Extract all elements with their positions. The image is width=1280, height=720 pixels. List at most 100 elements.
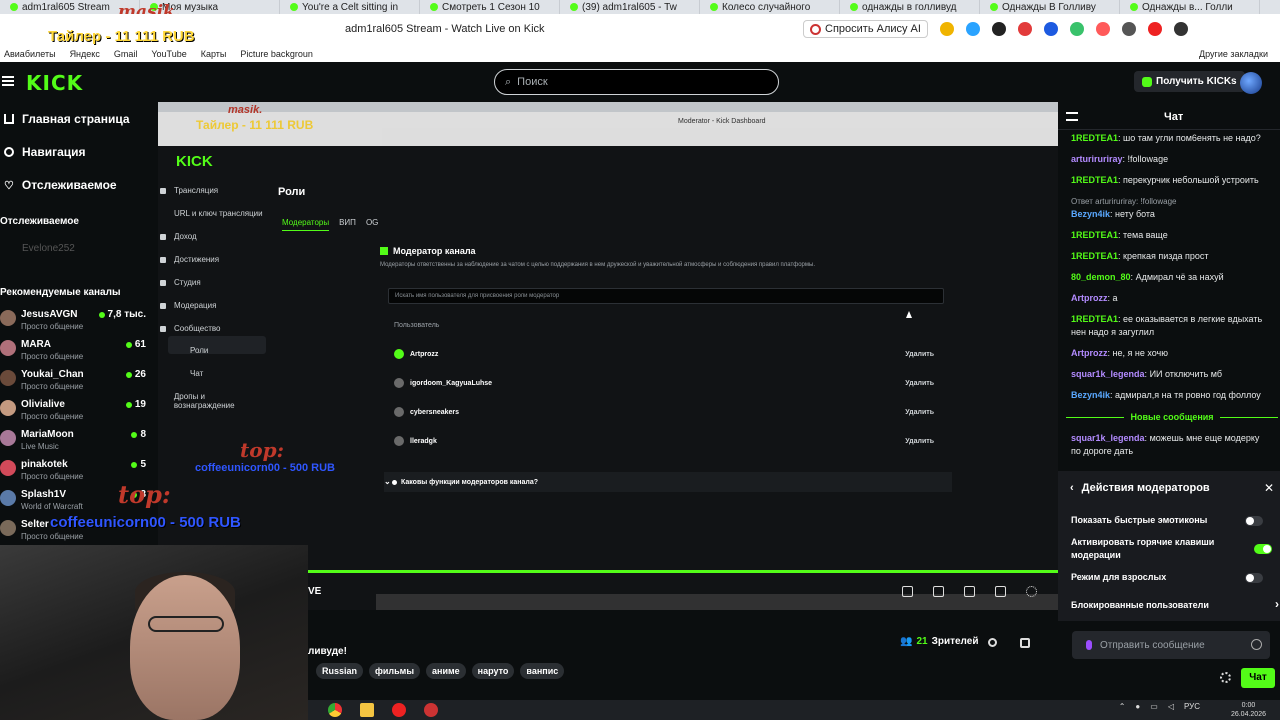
- hotkeys-row[interactable]: Активировать горячие клавиши модерации: [1071, 536, 1272, 562]
- browser-tab[interactable]: You're a Celt sitting in: [280, 0, 420, 14]
- theater-icon[interactable]: [964, 586, 975, 597]
- channel-category: Live Music: [21, 442, 59, 451]
- app-icon[interactable]: [424, 703, 438, 717]
- language-indicator[interactable]: РУС: [1184, 702, 1200, 711]
- nav-home[interactable]: Главная страница: [4, 112, 130, 126]
- tab-moderators: Модераторы: [282, 218, 330, 231]
- bookmark-item[interactable]: Авиабилеты: [4, 49, 56, 59]
- bookmark-item[interactable]: Picture backgroun: [240, 49, 313, 59]
- chat-username[interactable]: 1REDTEA1: [1071, 133, 1118, 143]
- settings-icon[interactable]: [1026, 586, 1037, 597]
- channel-name: JesusAVGN: [21, 309, 78, 320]
- chat-username[interactable]: Artprozz: [1071, 293, 1108, 303]
- chat-username[interactable]: squar1k_legenda: [1071, 369, 1145, 379]
- stream-tag[interactable]: Russian: [316, 663, 364, 679]
- stream-tag[interactable]: ванпис: [520, 663, 565, 679]
- folder-icon[interactable]: [360, 703, 374, 717]
- close-icon[interactable]: ✕: [1264, 481, 1274, 495]
- overlay-donation-goal: Тайлер - 11 111 RUB: [48, 28, 195, 45]
- pip-icon[interactable]: [902, 586, 913, 597]
- browser-tab[interactable]: Однажды в... Голли: [1120, 0, 1260, 14]
- other-bookmarks[interactable]: Другие закладки: [1199, 49, 1268, 59]
- quick-emotes-toggle[interactable]: [1245, 516, 1263, 526]
- extension-icon[interactable]: [1148, 22, 1162, 36]
- mature-mode-row[interactable]: Режим для взрослых: [1071, 571, 1271, 584]
- chat-settings-icon[interactable]: [1220, 672, 1231, 683]
- search-input[interactable]: ⌕ Поиск: [494, 69, 779, 95]
- extension-icon[interactable]: [1070, 22, 1084, 36]
- recommended-channel[interactable]: Olivialive Просто общение 19: [0, 397, 158, 427]
- quick-emotes-row[interactable]: Показать быстрые эмотиконы: [1071, 514, 1271, 527]
- get-kicks-button[interactable]: Получить KICKs: [1134, 71, 1245, 92]
- extension-icon[interactable]: [966, 22, 980, 36]
- moderator-faq: Каковы функции модераторов канала? ⌄: [384, 472, 952, 492]
- video-player[interactable]: Тайлер - 11 111 RUB masik. Moderator - K…: [158, 102, 1058, 610]
- clip-icon[interactable]: [933, 586, 944, 597]
- share-icon[interactable]: [988, 638, 997, 647]
- tab-favicon: [1130, 3, 1138, 11]
- follow-icon[interactable]: [1020, 638, 1030, 648]
- tray-icon[interactable]: ⌃: [1119, 702, 1126, 711]
- emoji-icon[interactable]: [1251, 639, 1262, 650]
- followed-user[interactable]: Evelone252: [22, 243, 75, 254]
- mic-icon[interactable]: ●: [1135, 702, 1140, 711]
- mature-mode-toggle[interactable]: [1245, 573, 1263, 583]
- yandex-icon[interactable]: [392, 703, 406, 717]
- collapse-chat-icon[interactable]: [1066, 112, 1078, 121]
- back-icon[interactable]: ‹: [1070, 482, 1074, 494]
- extension-icon[interactable]: [1044, 22, 1058, 36]
- chat-username[interactable]: squar1k_legenda: [1071, 433, 1145, 443]
- bookmark-item[interactable]: Карты: [201, 49, 227, 59]
- chat-username[interactable]: arturiruriray: [1071, 154, 1123, 164]
- chat-text: !followage: [1127, 154, 1169, 164]
- chat-username[interactable]: Bezyn4ik: [1071, 390, 1110, 400]
- chat-username[interactable]: 1REDTEA1: [1071, 314, 1118, 324]
- volume-icon[interactable]: ◁: [1168, 702, 1174, 711]
- extension-icon[interactable]: [1018, 22, 1032, 36]
- chat-username[interactable]: 1REDTEA1: [1071, 175, 1118, 185]
- browser-tab[interactable]: однажды в голливуд: [840, 0, 980, 14]
- browser-tab[interactable]: Однажды В Голливу: [980, 0, 1120, 14]
- recommended-channel[interactable]: MariaMoon Live Music 8: [0, 427, 158, 457]
- kick-logo[interactable]: KICK: [26, 71, 83, 95]
- alisa-button[interactable]: Спросить Алису AI: [803, 20, 928, 38]
- bookmark-item[interactable]: Яндекс: [70, 49, 100, 59]
- clock[interactable]: 0:00 26.04.2026: [1231, 701, 1266, 719]
- nav-browse[interactable]: Навигация: [4, 145, 86, 159]
- chat-username[interactable]: Bezyn4ik: [1071, 209, 1110, 219]
- recommended-channel[interactable]: MARA Просто общение 61: [0, 337, 158, 367]
- chat-username[interactable]: Artprozz: [1071, 348, 1108, 358]
- extension-icon[interactable]: [992, 22, 1006, 36]
- video-progress[interactable]: [308, 570, 1058, 573]
- browser-tab[interactable]: Смотреть 1 Сезон 10: [420, 0, 560, 14]
- fullscreen-icon[interactable]: [995, 586, 1006, 597]
- bookmark-item[interactable]: Gmail: [114, 49, 138, 59]
- extension-icon[interactable]: [1174, 22, 1188, 36]
- moderator-description: Модераторы ответственны за наблюдение за…: [380, 262, 815, 268]
- extension-icon[interactable]: [940, 22, 954, 36]
- extension-icon[interactable]: [1122, 22, 1136, 36]
- stream-tag[interactable]: аниме: [426, 663, 466, 679]
- channel-category: Просто общение: [21, 352, 84, 361]
- menu-label: Сообщество: [174, 324, 221, 333]
- menu-icon[interactable]: [2, 76, 14, 86]
- network-icon[interactable]: ▭: [1150, 702, 1158, 711]
- browser-tab[interactable]: (39) adm1ral605 - Tw: [560, 0, 700, 14]
- recommended-channel[interactable]: JesusAVGN Просто общение 7,8 тыс.: [0, 307, 158, 337]
- chat-username[interactable]: 80_demon_80: [1071, 272, 1131, 282]
- chat-username[interactable]: 1REDTEA1: [1071, 251, 1118, 261]
- send-button[interactable]: Чат: [1241, 668, 1275, 688]
- bookmark-item[interactable]: YouTube: [151, 49, 186, 59]
- extension-icon[interactable]: [1096, 22, 1110, 36]
- chat-username[interactable]: 1REDTEA1: [1071, 230, 1118, 240]
- stream-tag[interactable]: фильмы: [369, 663, 421, 679]
- blocked-users-row[interactable]: Блокированные пользователи ›: [1071, 598, 1279, 612]
- hotkeys-toggle[interactable]: [1254, 544, 1272, 554]
- stream-tag[interactable]: наруто: [471, 663, 515, 679]
- recommended-channel[interactable]: Youkai_Chan Просто общение 26: [0, 367, 158, 397]
- nav-following[interactable]: ♡ Отслеживаемое: [4, 178, 117, 192]
- chat-input[interactable]: Отправить сообщение: [1072, 631, 1270, 659]
- browser-tab[interactable]: Колесо случайного: [700, 0, 840, 14]
- user-avatar[interactable]: [1240, 72, 1262, 94]
- chrome-icon[interactable]: [328, 703, 342, 717]
